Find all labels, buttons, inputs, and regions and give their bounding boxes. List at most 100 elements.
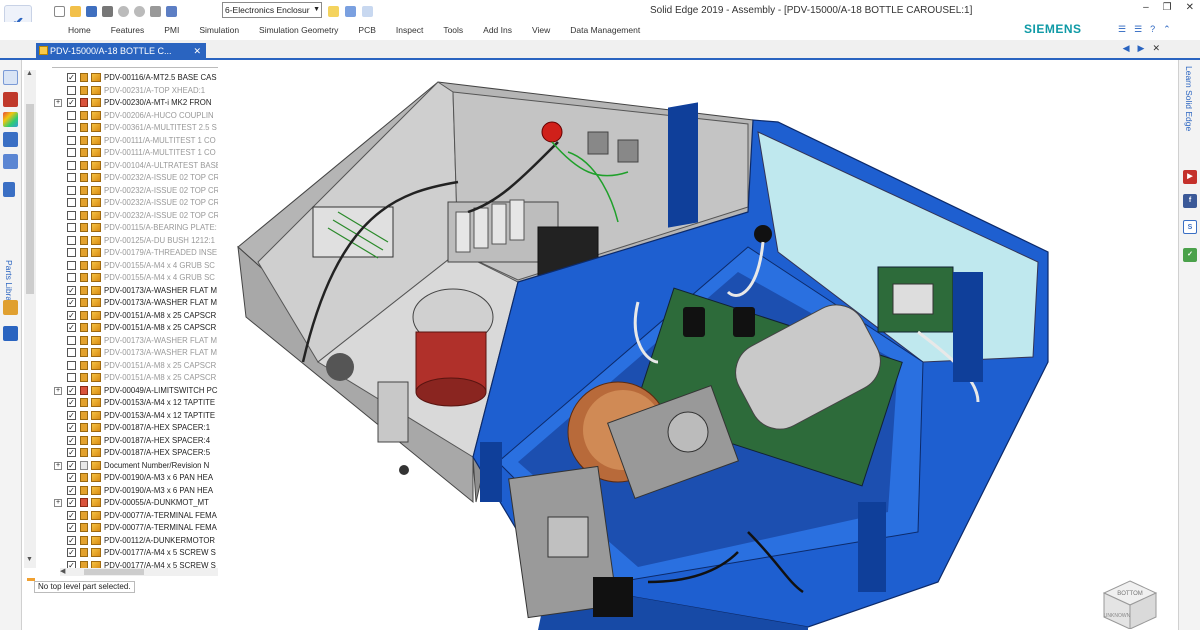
visibility-checkbox[interactable] <box>67 360 76 370</box>
layers-icon[interactable] <box>3 92 18 107</box>
tree-item[interactable]: ✓ PDV-00177/A-M4 x 5 SCREW S <box>36 547 218 560</box>
tree-item[interactable]: ✓ PDV-00187/A-HEX SPACER:5 <box>36 447 218 460</box>
tree-item[interactable]: ✓ PDV-00116/A-MT2.5 BASE CAS <box>36 72 218 85</box>
visibility-checkbox[interactable]: ✓ <box>67 435 76 445</box>
visibility-checkbox[interactable] <box>67 273 76 282</box>
close-icon[interactable]: ✕ <box>1152 43 1160 54</box>
layout-alt-icon[interactable]: ☰ <box>1134 24 1142 35</box>
tree-item[interactable]: PDV-00206/A-HUCO COUPLIN <box>36 110 218 123</box>
tree-item[interactable]: PDV-00115/A-BEARING PLATE: <box>36 222 218 235</box>
feature-library-icon[interactable] <box>3 300 18 315</box>
tree-item[interactable]: PDV-00155/A-M4 x 4 GRUB SC <box>36 260 218 273</box>
visibility-checkbox[interactable] <box>67 160 76 170</box>
ribbon-tab[interactable]: Home <box>68 25 101 35</box>
tree-item[interactable]: PDV-00179/A-THREADED INSE <box>36 247 218 260</box>
expand-icon[interactable]: + <box>54 461 62 470</box>
ribbon-tab[interactable]: Inspect <box>386 25 433 35</box>
tree-item[interactable]: + ✓ PDV-00049/A-LIMITSWITCH PC <box>36 385 218 398</box>
visibility-checkbox[interactable]: ✓ <box>67 423 76 432</box>
tree-item[interactable]: ✓ PDV-00151/A-M8 x 25 CAPSCR <box>36 310 218 323</box>
visibility-checkbox[interactable]: ✓ <box>67 98 76 107</box>
tree-item[interactable]: PDV-00232/A-ISSUE 02 TOP CR <box>36 172 218 185</box>
ribbon-tab[interactable]: Add Ins <box>473 25 522 35</box>
layout-icon[interactable]: ☰ <box>1118 24 1126 35</box>
facebook-icon[interactable]: f <box>1183 194 1197 208</box>
environment-select[interactable]: 6-Electronics Enclosur ▼ <box>222 2 322 18</box>
tree-item[interactable]: PDV-00231/A-TOP XHEAD:1 <box>36 85 218 98</box>
graphics-viewport[interactable] <box>218 62 1178 630</box>
ribbon-tab[interactable]: PCB <box>348 25 385 35</box>
visibility-checkbox[interactable]: ✓ <box>67 510 76 520</box>
visibility-checkbox[interactable] <box>67 348 76 357</box>
visibility-checkbox[interactable] <box>67 135 76 145</box>
parts-library-icon[interactable] <box>3 182 15 197</box>
tree-item[interactable]: + ✓ Document Number/Revision N <box>36 460 218 473</box>
tree-item[interactable]: ✓ PDV-00187/A-HEX SPACER:4 <box>36 435 218 448</box>
chevron-left-icon[interactable]: ◀ <box>60 567 65 575</box>
checklist-icon[interactable]: ✓ <box>1183 248 1197 262</box>
scrollbar-thumb[interactable] <box>84 569 144 575</box>
visibility-checkbox[interactable] <box>67 260 76 270</box>
ribbon-tab[interactable]: Tools <box>433 25 473 35</box>
visibility-checkbox[interactable]: ✓ <box>67 398 76 407</box>
tree-item[interactable]: ✓ PDV-00077/A-TERMINAL FEMA <box>36 510 218 523</box>
scrollbar-thumb[interactable] <box>26 104 34 294</box>
visibility-checkbox[interactable]: ✓ <box>67 548 76 557</box>
tree-item[interactable]: PDV-00232/A-ISSUE 02 TOP CR <box>36 210 218 223</box>
pathfinder-scrollbar[interactable]: ▲ ▼ <box>24 70 36 568</box>
tree-item[interactable]: PDV-00155/A-M4 x 4 GRUB SC <box>36 272 218 285</box>
tree-item[interactable]: PDV-00125/A-DU BUSH 1212:1 <box>36 235 218 248</box>
fit-view-icon[interactable] <box>362 5 373 17</box>
visibility-checkbox[interactable]: ✓ <box>67 448 76 457</box>
tree-item[interactable]: ✓ PDV-00190/A-M3 x 6 PAN HEA <box>36 485 218 498</box>
ribbon-minimize-icon[interactable]: ⌃ <box>1163 24 1171 35</box>
tree-item[interactable]: PDV-00173/A-WASHER FLAT M <box>36 335 218 348</box>
ribbon-tab[interactable]: Simulation <box>189 25 249 35</box>
save-icon[interactable] <box>86 5 97 17</box>
visibility-checkbox[interactable] <box>67 85 76 95</box>
visibility-checkbox[interactable] <box>67 235 76 245</box>
ribbon-tab[interactable]: Features <box>101 25 155 35</box>
pathfinder-horizontal-scrollbar[interactable]: ◀ ▶ <box>60 568 238 576</box>
learn-solid-edge-label[interactable]: Learn Solid Edge <box>1184 66 1194 131</box>
expand-icon[interactable]: + <box>54 386 62 395</box>
restore-icon[interactable]: ❐ <box>1163 2 1172 13</box>
tree-item[interactable]: PDV-00151/A-M8 x 25 CAPSCR <box>36 372 218 385</box>
visibility-checkbox[interactable]: ✓ <box>67 535 76 545</box>
minimize-icon[interactable]: – <box>1143 2 1149 13</box>
new-file-icon[interactable] <box>54 5 65 17</box>
visibility-checkbox[interactable] <box>67 123 76 132</box>
tree-item[interactable]: PDV-00111/A-MULTITEST 1 CO <box>36 135 218 148</box>
visibility-checkbox[interactable] <box>67 223 76 232</box>
tree-item[interactable]: ✓ PDV-00187/A-HEX SPACER:1 <box>36 422 218 435</box>
expand-icon[interactable]: + <box>54 499 62 507</box>
tree-item[interactable]: + ✓ PDV-00055/A-DUNKMOT_MT <box>36 497 218 510</box>
tree-item[interactable]: ✓ PDV-00077/A-TERMINAL FEMA <box>36 522 218 535</box>
ribbon-tab[interactable]: Simulation Geometry <box>249 25 348 35</box>
visibility-checkbox[interactable]: ✓ <box>67 285 76 295</box>
tree-item[interactable]: ✓ PDV-00190/A-M3 x 6 PAN HEA <box>36 472 218 485</box>
document-tab[interactable]: PDV-15000/A-18 BOTTLE C... ✕ <box>36 43 206 60</box>
tree-item[interactable]: PDV-00104/A-ULTRATEST BASE <box>36 160 218 173</box>
visibility-checkbox[interactable]: ✓ <box>67 473 76 482</box>
tree-item[interactable]: PDV-00151/A-M8 x 25 CAPSCR <box>36 360 218 373</box>
visibility-checkbox[interactable]: ✓ <box>67 410 76 420</box>
visibility-checkbox[interactable]: ✓ <box>67 498 76 507</box>
undo-icon[interactable] <box>118 5 129 17</box>
color-manager-icon[interactable] <box>3 112 18 127</box>
youtube-icon[interactable]: ▶ <box>1183 170 1197 184</box>
visibility-checkbox[interactable] <box>67 210 76 220</box>
tree-item[interactable]: ✓ PDV-00153/A-M4 x 12 TAPTITE <box>36 397 218 410</box>
tree-item[interactable]: ✓ PDV-00153/A-M4 x 12 TAPTITE <box>36 410 218 423</box>
wand-icon[interactable] <box>345 5 356 17</box>
calculator-icon[interactable] <box>166 5 177 17</box>
visibility-checkbox[interactable]: ✓ <box>67 73 76 82</box>
visibility-checkbox[interactable]: ✓ <box>67 323 76 332</box>
tree-item[interactable]: PDV-00173/A-WASHER FLAT M <box>36 347 218 360</box>
view-cube[interactable]: BOTTOM UNKNOWN <box>1100 577 1160 630</box>
sensors-icon[interactable] <box>3 154 18 169</box>
visibility-checkbox[interactable] <box>67 110 76 120</box>
visibility-checkbox[interactable] <box>67 148 76 157</box>
tree-item[interactable]: ✓ PDV-00173/A-WASHER FLAT M <box>36 297 218 310</box>
visibility-checkbox[interactable] <box>67 173 76 182</box>
